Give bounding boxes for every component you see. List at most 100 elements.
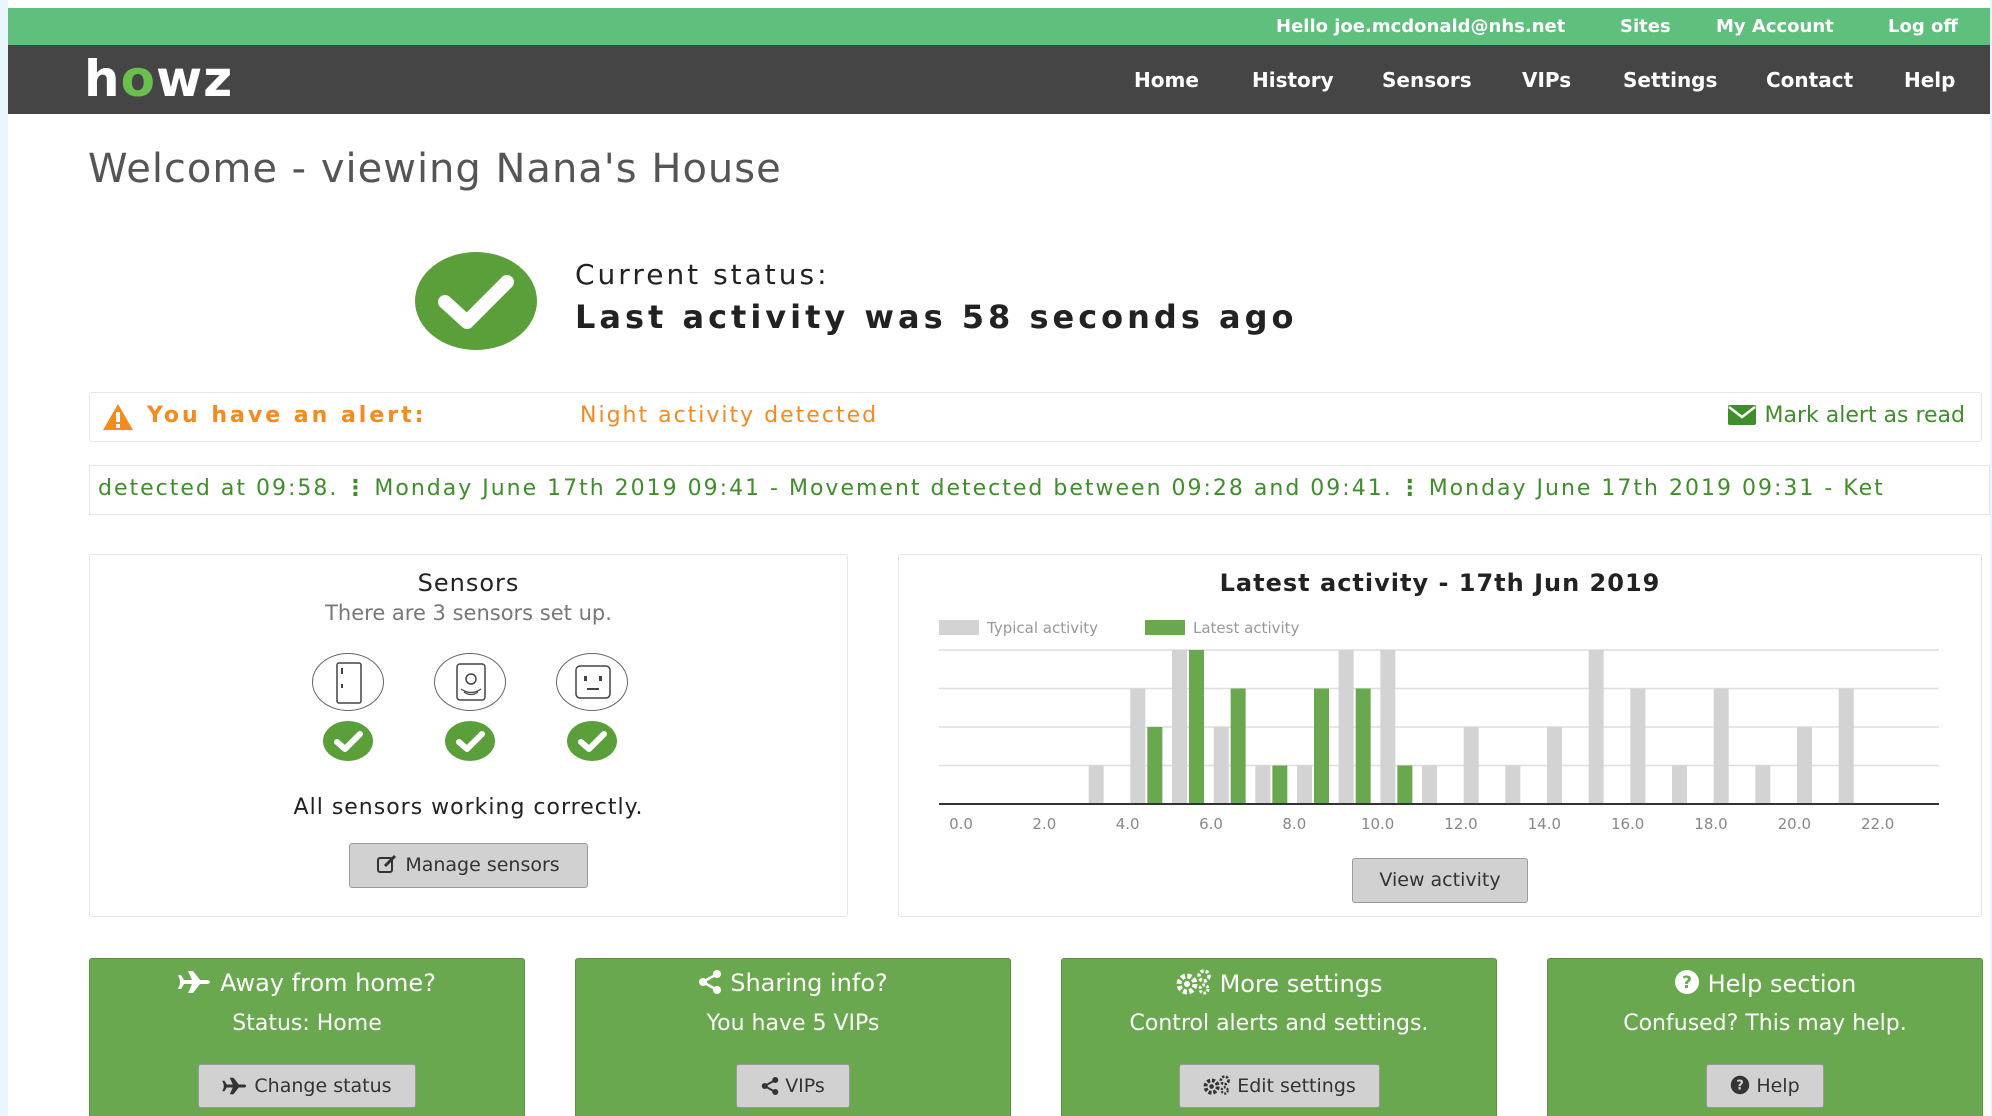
chart-bar: [1172, 650, 1187, 804]
alert-bar: You have an alert: Night activity detect…: [89, 392, 1982, 442]
settings-tile: More settings Control alerts and setting…: [1061, 958, 1497, 1116]
status-label: Current status:: [575, 258, 830, 291]
edit-settings-button[interactable]: Edit settings: [1179, 1064, 1380, 1108]
chart-bar: [1355, 688, 1371, 804]
mark-alert-read-label: Mark alert as read: [1764, 403, 1965, 428]
edit-settings-label: Edit settings: [1237, 1075, 1356, 1097]
legend-swatch: [1145, 620, 1185, 635]
user-greeting[interactable]: Hello joe.mcdonald@nhs.net: [1276, 12, 1565, 42]
help-tile-title-text: Help section: [1707, 970, 1857, 998]
activity-panel: Latest activity - 17th Jun 2019 0.0 2.0 4.…: [898, 554, 1982, 917]
chart-tick-label: 14.0: [1528, 815, 1561, 833]
share-icon: [761, 1077, 779, 1095]
chart-bar: [1505, 765, 1521, 804]
nav-history[interactable]: History: [1252, 65, 1334, 95]
help-button-label: Help: [1756, 1075, 1800, 1097]
howz-logo[interactable]: howz: [84, 49, 233, 109]
chart-tick-label: 16.0: [1611, 815, 1644, 833]
chart-bar: [1630, 688, 1646, 804]
chart-bar: [1755, 765, 1771, 804]
help-tile-title: ? Help section: [1548, 969, 1982, 998]
nav-home[interactable]: Home: [1134, 65, 1199, 95]
plane-icon: [178, 971, 211, 993]
chart-bar: [1463, 727, 1479, 804]
chart-bar: [1130, 688, 1146, 804]
chart-tick-label: 8.0: [1282, 815, 1306, 833]
nav-sensors[interactable]: Sensors: [1382, 65, 1472, 95]
question-icon: ?: [1674, 970, 1699, 994]
legend-label: Latest activity: [1193, 619, 1300, 637]
share-icon: [699, 970, 722, 994]
status-text: Last activity was 58 seconds ago: [575, 298, 1298, 336]
nav-vips[interactable]: VIPs: [1522, 65, 1571, 95]
legend-label: Typical activity: [986, 619, 1098, 637]
manage-sensors-label: Manage sensors: [405, 854, 560, 876]
chart-tick-label: 4.0: [1116, 815, 1140, 833]
ticker-item: Monday June 17th 2019 09:31 - Ket: [1428, 476, 1885, 501]
away-tile-status: Status: Home: [232, 1011, 382, 1036]
nav-help[interactable]: Help: [1904, 65, 1955, 95]
chart-tick-label: 0.0: [949, 815, 973, 833]
away-tile: Away from home? Status: Home Change stat…: [89, 958, 525, 1116]
question-icon: ?: [1731, 1075, 1750, 1095]
chart-tick-label: 18.0: [1694, 815, 1727, 833]
sensor-ok-icon: [567, 721, 617, 761]
chart-bar: [1547, 727, 1562, 804]
warning-icon: [103, 404, 133, 430]
ticker-item: detected at 09:58.: [98, 476, 339, 501]
vips-button[interactable]: VIPs: [736, 1064, 850, 1108]
top-user-bar: Hello joe.mcdonald@nhs.net Sites My Acco…: [8, 8, 1990, 45]
nav-contact[interactable]: Contact: [1766, 65, 1853, 95]
nav-settings[interactable]: Settings: [1623, 65, 1717, 95]
my-account-link[interactable]: My Account: [1716, 12, 1834, 42]
settings-tile-status: Control alerts and settings.: [1129, 1011, 1429, 1036]
chart-bar: [1213, 727, 1229, 804]
sensor-ok-icon: [323, 721, 373, 761]
chart-bar: [1297, 765, 1312, 804]
log-off-link[interactable]: Log off: [1888, 12, 1958, 42]
chart-tick-label: 12.0: [1444, 815, 1477, 833]
chart-tick-label: 2.0: [1032, 815, 1056, 833]
activity-chart: 0.0 2.0 4.0 6.0 8.0 10.0 12.0 14.0 16.0 18.0 20.0 2…: [939, 619, 1939, 833]
chart-bar: [1314, 688, 1329, 804]
chart-tick-label: 20.0: [1778, 815, 1811, 833]
chart-bar: [1672, 765, 1687, 804]
page-title: Welcome - viewing Nana's House: [88, 146, 782, 192]
sites-link[interactable]: Sites: [1620, 12, 1671, 42]
sensors-status-text: All sensors working correctly.: [293, 795, 644, 820]
chart-bar: [1272, 765, 1288, 804]
sensor-ok-icon: [445, 721, 495, 761]
mark-alert-read-button[interactable]: Mark alert as read: [1728, 403, 1965, 428]
ticker-item: Monday June 17th 2019 09:41 - Movement d…: [374, 476, 1393, 501]
help-tile-status: Confused? This may help.: [1623, 1011, 1907, 1036]
sharing-tile-title: Sharing info?: [576, 969, 1010, 997]
motion-sensor-icon[interactable]: [434, 653, 506, 711]
gears-icon: [1176, 969, 1211, 995]
away-tile-title: Away from home?: [90, 969, 524, 997]
chart-bar: [1588, 650, 1604, 804]
chart-bar: [1338, 650, 1354, 804]
alert-message: Night activity detected: [580, 403, 879, 428]
chart-bar: [1422, 765, 1437, 804]
ticker-separator-icon: ⋮: [344, 476, 369, 501]
sensors-title: Sensors: [417, 569, 520, 597]
plane-icon: [222, 1077, 247, 1095]
chart-tick-label: 10.0: [1361, 815, 1394, 833]
plug-sensor-icon[interactable]: [556, 653, 628, 711]
alert-label: You have an alert:: [147, 403, 427, 428]
svg-text:?: ?: [1682, 973, 1692, 993]
chart-tick-label: 6.0: [1199, 815, 1223, 833]
chart-bar: [1088, 765, 1104, 804]
gears-icon: [1203, 1075, 1231, 1095]
chart-bar: [1713, 688, 1729, 804]
chart-tick-label: 22.0: [1861, 815, 1894, 833]
door-sensor-icon[interactable]: [312, 653, 384, 711]
sensors-panel: Sensors There are 3 sensors set up. All …: [89, 554, 848, 917]
change-status-button[interactable]: Change status: [198, 1064, 416, 1108]
settings-tile-title: More settings: [1062, 969, 1496, 998]
manage-sensors-button[interactable]: Manage sensors: [349, 843, 588, 888]
help-button[interactable]: ? Help: [1706, 1064, 1824, 1108]
change-status-label: Change status: [254, 1075, 392, 1097]
view-activity-button[interactable]: View activity: [1352, 858, 1528, 903]
chart-bar: [1255, 765, 1271, 804]
